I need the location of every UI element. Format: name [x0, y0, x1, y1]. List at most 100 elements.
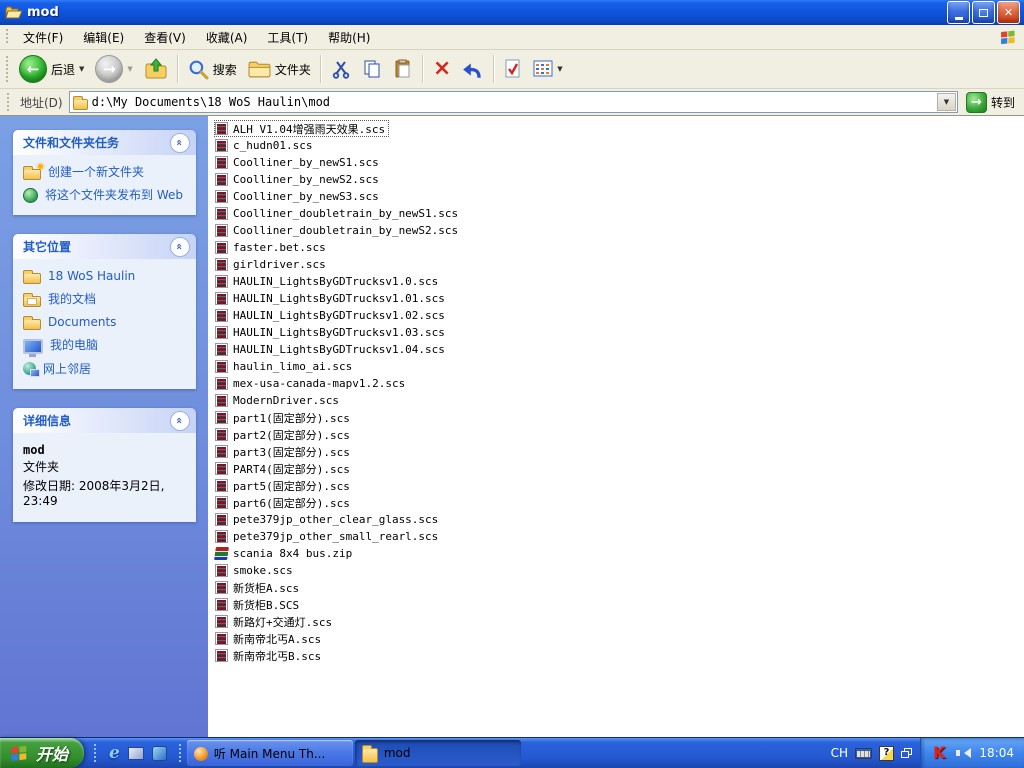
addressbar-grip[interactable] — [6, 93, 11, 111]
file-icon — [215, 564, 228, 577]
restore-button[interactable] — [972, 1, 995, 24]
taskbar-task-button[interactable]: mod — [355, 740, 521, 766]
title-bar[interactable]: mod ✕ — [0, 0, 1024, 25]
menu-item[interactable]: 编辑(E) — [73, 25, 134, 50]
cut-button[interactable] — [326, 56, 356, 82]
delete-button[interactable]: × — [428, 56, 456, 82]
file-row[interactable]: Coolliner_by_newS2.scs — [214, 171, 383, 188]
quicklaunch-grip[interactable] — [93, 744, 98, 762]
windows-logo-icon — [998, 28, 1018, 46]
task-link[interactable]: 将这个文件夹发布到 Web — [23, 188, 188, 203]
file-row[interactable]: HAULIN_LightsByGDTrucksv1.04.scs — [214, 341, 449, 358]
sync-verify-button[interactable] — [499, 56, 527, 82]
file-row[interactable]: part3(固定部分).scs — [214, 443, 354, 460]
file-row[interactable]: part2(固定部分).scs — [214, 426, 354, 443]
copy-button[interactable] — [357, 56, 387, 82]
start-button[interactable]: 开始 — [0, 738, 84, 768]
details-panel-header[interactable]: 详细信息 « — [13, 408, 196, 433]
file-row[interactable]: 新货柜B.SCS — [214, 596, 303, 613]
clock[interactable]: 18:04 — [979, 746, 1014, 760]
menu-item[interactable]: 收藏(A) — [196, 25, 258, 50]
address-input[interactable] — [92, 95, 933, 109]
place-label: 网上邻居 — [43, 362, 91, 377]
file-row[interactable]: Coolliner_by_newS3.scs — [214, 188, 383, 205]
file-row[interactable]: HAULIN_LightsByGDTrucksv1.01.scs — [214, 290, 449, 307]
file-row[interactable]: Coolliner_by_newS1.scs — [214, 154, 383, 171]
file-row[interactable]: haulin_limo_ai.scs — [214, 358, 356, 375]
place-icon — [23, 273, 41, 284]
kaspersky-icon[interactable]: K — [933, 745, 945, 761]
file-row[interactable]: smoke.scs — [214, 562, 297, 579]
file-row[interactable]: mex-usa-canada-mapv1.2.scs — [214, 375, 409, 392]
messenger-icon[interactable] — [152, 746, 167, 761]
file-name: HAULIN_LightsByGDTrucksv1.03.scs — [233, 326, 445, 339]
file-row[interactable]: 新南帝北丐B.scs — [214, 647, 325, 664]
file-row[interactable]: 新货柜A.scs — [214, 579, 303, 596]
place-link[interactable]: 我的电脑 — [23, 338, 188, 354]
file-row[interactable]: scania 8x4 bus.zip — [214, 545, 356, 562]
file-row[interactable]: HAULIN_LightsByGDTrucksv1.02.scs — [214, 307, 449, 324]
file-row[interactable]: c_hudn01.scs — [214, 137, 316, 154]
ime-help-icon[interactable]: ? — [879, 746, 894, 761]
menu-item[interactable]: 查看(V) — [134, 25, 196, 50]
place-link[interactable]: 网上邻居 — [23, 362, 188, 377]
up-button[interactable] — [139, 55, 173, 83]
minimize-button[interactable] — [947, 1, 970, 24]
file-name: Coolliner_doubletrain_by_newS1.scs — [233, 207, 458, 220]
search-button[interactable]: 搜索 — [183, 56, 242, 83]
place-link[interactable]: 18 WoS Haulin — [23, 269, 188, 284]
file-row[interactable]: HAULIN_LightsByGDTrucksv1.0.scs — [214, 273, 442, 290]
file-row[interactable]: Coolliner_doubletrain_by_newS2.scs — [214, 222, 462, 239]
file-name: 新南帝北丐B.scs — [233, 648, 321, 664]
go-button[interactable]: → 转到 — [963, 91, 1021, 114]
file-row[interactable]: part6(固定部分).scs — [214, 494, 354, 511]
collapse-chevron-icon[interactable]: « — [170, 133, 190, 153]
file-icon — [215, 275, 228, 288]
back-dropdown-icon[interactable]: ▼ — [79, 65, 84, 73]
file-row[interactable]: Coolliner_doubletrain_by_newS1.scs — [214, 205, 462, 222]
address-dropdown-button[interactable]: ▼ — [937, 93, 956, 111]
show-desktop-icon[interactable] — [128, 747, 144, 760]
file-row[interactable]: pete379jp_other_small_rearl.scs — [214, 528, 442, 545]
collapse-chevron-icon[interactable]: « — [170, 237, 190, 257]
forward-button[interactable]: → ▼ — [90, 52, 137, 86]
ie-icon[interactable]: e — [109, 745, 120, 762]
file-row[interactable]: faster.bet.scs — [214, 239, 330, 256]
language-indicator[interactable]: CH — [831, 746, 848, 760]
back-button[interactable]: ← 后退 ▼ — [14, 52, 89, 86]
task-link[interactable]: 创建一个新文件夹 — [23, 165, 188, 180]
other-places-panel-header[interactable]: 其它位置 « — [13, 234, 196, 259]
place-link[interactable]: Documents — [23, 315, 188, 330]
taskbar-task-button[interactable]: 听 Main Menu Th... — [187, 740, 353, 766]
menu-item[interactable]: 文件(F) — [13, 25, 73, 50]
toolbar-grip[interactable] — [5, 56, 10, 83]
file-row[interactable]: part5(固定部分).scs — [214, 477, 354, 494]
views-dropdown-icon[interactable]: ▼ — [557, 65, 562, 73]
paste-button[interactable] — [388, 56, 418, 82]
file-row[interactable]: 新路灯+交通灯.scs — [214, 613, 336, 630]
file-row[interactable]: girldriver.scs — [214, 256, 330, 273]
language-bar-restore-icon[interactable] — [901, 748, 912, 758]
file-row[interactable]: pete379jp_other_clear_glass.scs — [214, 511, 442, 528]
file-tasks-panel-header[interactable]: 文件和文件夹任务 « — [13, 130, 196, 155]
keyboard-icon[interactable] — [855, 748, 872, 759]
volume-icon[interactable] — [959, 748, 971, 758]
file-row[interactable]: ModernDriver.scs — [214, 392, 343, 409]
close-button[interactable]: ✕ — [997, 1, 1020, 24]
file-icon — [215, 411, 228, 424]
folders-button[interactable]: 文件夹 — [243, 57, 316, 82]
file-icon — [215, 343, 228, 356]
file-row[interactable]: HAULIN_LightsByGDTrucksv1.03.scs — [214, 324, 449, 341]
menu-item[interactable]: 帮助(H) — [318, 25, 380, 50]
file-row[interactable]: part1(固定部分).scs — [214, 409, 354, 426]
menu-item[interactable]: 工具(T) — [257, 25, 318, 50]
undo-button[interactable] — [457, 56, 489, 82]
collapse-chevron-icon[interactable]: « — [170, 411, 190, 431]
tasks-grip[interactable] — [178, 744, 183, 762]
file-row[interactable]: ALH V1.04增强雨天效果.scs — [214, 120, 389, 137]
menubar-grip[interactable] — [5, 29, 10, 46]
file-row[interactable]: PART4(固定部分).scs — [214, 460, 354, 477]
views-button[interactable]: ▼ — [528, 57, 567, 81]
place-link[interactable]: 我的文档 — [23, 292, 188, 307]
file-row[interactable]: 新南帝北丐A.scs — [214, 630, 325, 647]
